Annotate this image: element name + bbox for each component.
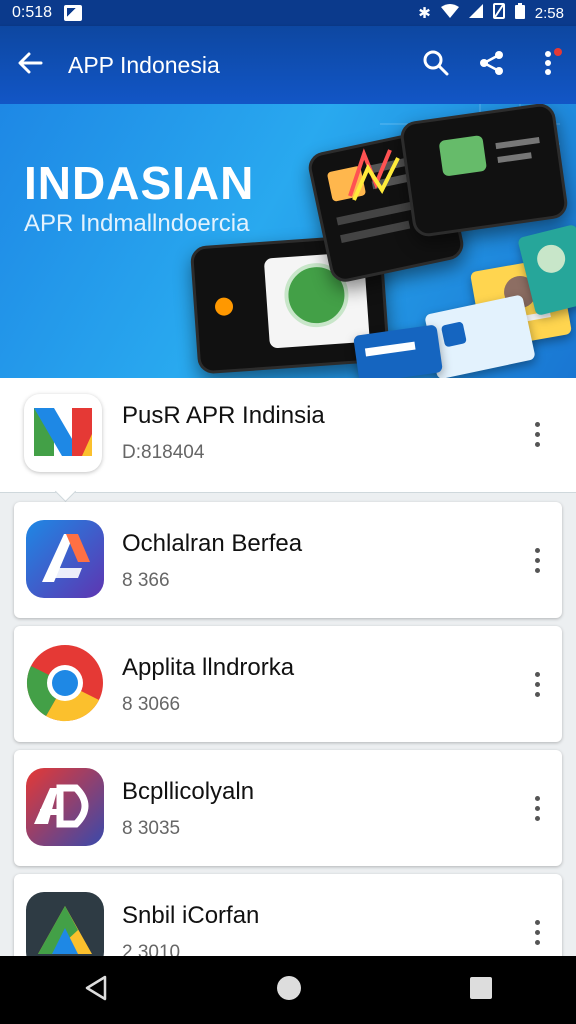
back-arrow-icon	[17, 48, 43, 82]
more-options-button[interactable]	[520, 26, 576, 104]
more-options-button[interactable]	[522, 786, 552, 830]
signal-icon	[468, 4, 483, 22]
featured-app-icon	[24, 394, 102, 472]
status-bar: 0:518 ✱ 2:58	[0, 0, 576, 26]
app-sub: 8 3066	[122, 694, 181, 715]
battery-icon	[514, 3, 525, 23]
banner-tablet-right	[398, 104, 570, 239]
featured-more-button[interactable]	[522, 412, 552, 456]
featured-app-row[interactable]: PusR APR Indinsia D:818404	[0, 378, 576, 503]
app-bar: APP Indonesia	[0, 26, 576, 104]
banner-chart-graphic	[348, 148, 400, 201]
app-name: Bcpllicolyaln	[122, 778, 255, 805]
status-right-cluster: ✱ 2:58	[418, 3, 564, 23]
nav-recents-icon[interactable]	[469, 976, 493, 1005]
app-name: Ochlalran Berfea	[122, 530, 303, 557]
nav-back-icon[interactable]	[83, 974, 109, 1007]
list-item[interactable]: Bcpllicolyaln 8 3035	[14, 750, 562, 866]
app-bar-actions	[408, 26, 576, 104]
colorful-n-logo-icon	[34, 408, 92, 456]
red-ad-app-icon	[26, 768, 104, 846]
app-sub: 8 366	[122, 570, 170, 591]
featured-app-sub: D:818404	[122, 442, 205, 463]
status-battery-text: 2:58	[534, 4, 564, 22]
app-name: Snbil iCorfan	[122, 902, 260, 929]
back-button[interactable]	[0, 26, 60, 104]
featured-app-name: PusR APR Indinsia	[122, 402, 325, 429]
search-button[interactable]	[408, 26, 464, 104]
more-vert-icon	[544, 50, 552, 81]
search-icon	[423, 50, 449, 81]
more-options-button[interactable]	[522, 538, 552, 582]
bluetooth-icon: ✱	[418, 5, 431, 22]
hero-banner[interactable]: INDASIAN APR Indmallndoercia	[0, 104, 576, 378]
list-item[interactable]: Applita llndrorka 8 3066	[14, 626, 562, 742]
share-icon	[479, 50, 505, 81]
nav-home-icon[interactable]	[275, 974, 303, 1007]
notification-icon	[64, 5, 83, 21]
system-nav-bar	[0, 956, 576, 1024]
notification-dot	[554, 48, 562, 56]
pointer-notch	[54, 480, 77, 503]
banner-subline: APR Indmallndoercia	[24, 210, 250, 237]
chrome-like-app-icon	[26, 644, 104, 722]
app-sub: 8 3035	[122, 818, 181, 839]
wifi-icon	[440, 4, 459, 22]
app-name: Applita llndrorka	[122, 654, 295, 681]
status-time: 0:518	[12, 4, 53, 21]
list-item[interactable]: Ochlalran Berfea 8 366	[14, 502, 562, 618]
banner-headline: INDASIAN	[24, 157, 255, 209]
no-sim-icon	[492, 3, 505, 23]
blue-a-app-icon	[26, 520, 104, 598]
share-button[interactable]	[464, 26, 520, 104]
more-options-button[interactable]	[522, 910, 552, 954]
more-options-button[interactable]	[522, 662, 552, 706]
app-bar-title: APP Indonesia	[68, 51, 220, 78]
